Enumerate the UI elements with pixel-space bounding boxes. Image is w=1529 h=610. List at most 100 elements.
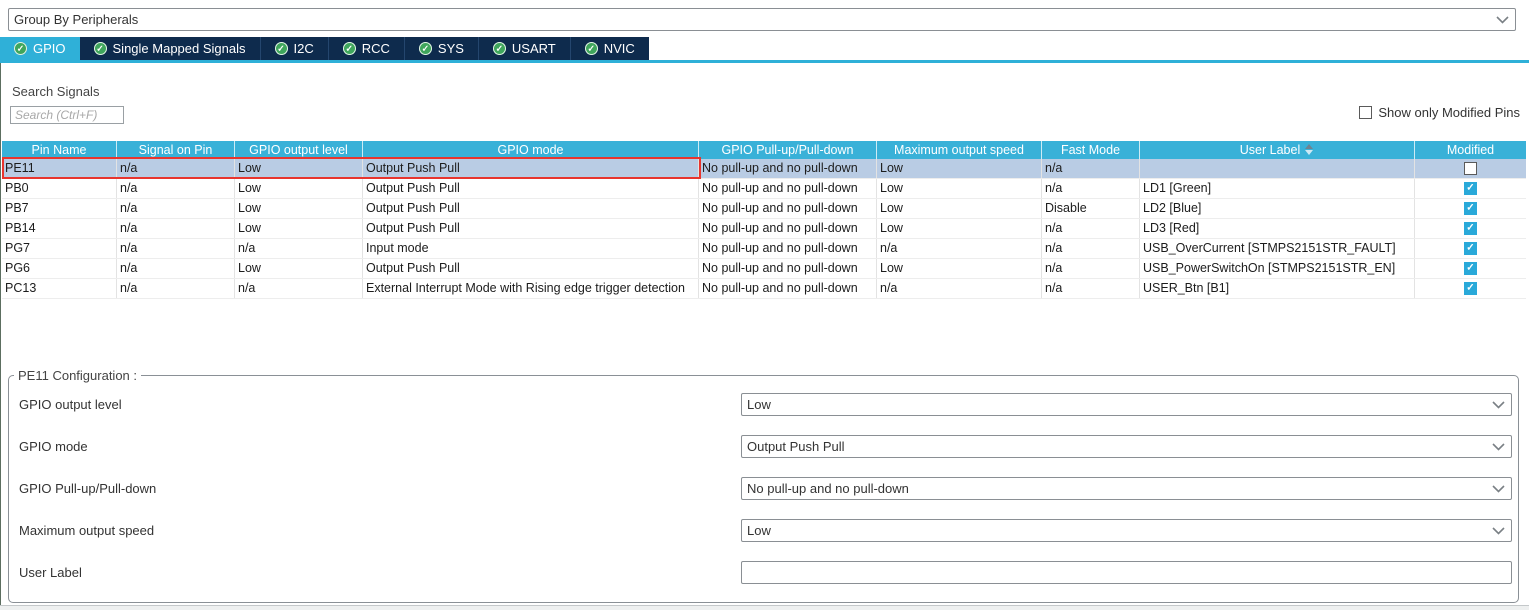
table-row[interactable]: PB0 n/a Low Output Push Pull No pull-up … bbox=[2, 179, 1526, 199]
search-input[interactable] bbox=[10, 106, 124, 124]
modified-checkbox[interactable] bbox=[1464, 282, 1477, 295]
cell-user-label: LD3 [Red] bbox=[1140, 219, 1415, 238]
table-row[interactable]: PG6 n/a Low Output Push Pull No pull-up … bbox=[2, 259, 1526, 279]
gpio-configuration-pane: Group By Peripherals GPIO Single Mapped … bbox=[0, 0, 1529, 610]
cell-pull: No pull-up and no pull-down bbox=[699, 199, 877, 218]
tab-label: GPIO bbox=[33, 41, 66, 56]
col-header-max-speed[interactable]: Maximum output speed bbox=[877, 141, 1042, 159]
modified-checkbox[interactable] bbox=[1464, 182, 1477, 195]
pin-configuration-panel: PE11 Configuration : GPIO output level L… bbox=[8, 368, 1519, 603]
config-panel-title: PE11 Configuration : bbox=[14, 368, 141, 383]
cell-modified bbox=[1415, 279, 1526, 298]
cell-max-speed: Low bbox=[877, 199, 1042, 218]
cell-max-speed: Low bbox=[877, 219, 1042, 238]
table-row[interactable]: PB14 n/a Low Output Push Pull No pull-up… bbox=[2, 219, 1526, 239]
cell-output-level: Low bbox=[235, 199, 363, 218]
cell-pull: No pull-up and no pull-down bbox=[699, 259, 877, 278]
cell-output-level: Low bbox=[235, 259, 363, 278]
group-by-value: Group By Peripherals bbox=[14, 12, 138, 27]
config-field-row: GPIO output level Low bbox=[15, 393, 1512, 416]
cell-gpio-mode: Output Push Pull bbox=[363, 179, 699, 198]
modified-checkbox[interactable] bbox=[1464, 162, 1477, 175]
cell-user-label: USB_PowerSwitchOn [STMPS2151STR_EN] bbox=[1140, 259, 1415, 278]
check-circle-icon bbox=[94, 42, 107, 55]
show-modified-label: Show only Modified Pins bbox=[1378, 105, 1520, 120]
config-field-row: Maximum output speed Low bbox=[15, 519, 1512, 542]
col-header-modified[interactable]: Modified bbox=[1415, 141, 1526, 159]
check-circle-icon bbox=[419, 42, 432, 55]
config-field-row: GPIO mode Output Push Pull bbox=[15, 435, 1512, 458]
col-header-output-level[interactable]: GPIO output level bbox=[235, 141, 363, 159]
cell-signal: n/a bbox=[117, 239, 235, 258]
modified-checkbox[interactable] bbox=[1464, 222, 1477, 235]
config-field-label: User Label bbox=[15, 565, 82, 580]
cell-signal: n/a bbox=[117, 179, 235, 198]
cell-fast-mode: n/a bbox=[1042, 179, 1140, 198]
modified-checkbox[interactable] bbox=[1464, 262, 1477, 275]
peripheral-tab[interactable]: I2C bbox=[260, 37, 328, 60]
config-field-label: Maximum output speed bbox=[15, 523, 154, 538]
check-circle-icon bbox=[585, 42, 598, 55]
col-header-pin-name[interactable]: Pin Name bbox=[2, 141, 117, 159]
config-field-control[interactable]: Low bbox=[741, 393, 1512, 416]
table-row[interactable]: PB7 n/a Low Output Push Pull No pull-up … bbox=[2, 199, 1526, 219]
col-header-gpio-mode[interactable]: GPIO mode bbox=[363, 141, 699, 159]
table-row[interactable]: PG7 n/a n/a Input mode No pull-up and no… bbox=[2, 239, 1526, 259]
config-field-label: GPIO mode bbox=[15, 439, 88, 454]
cell-signal: n/a bbox=[117, 199, 235, 218]
table-row[interactable]: PC13 n/a n/a External Interrupt Mode wit… bbox=[2, 279, 1526, 299]
cell-max-speed: Low bbox=[877, 159, 1042, 178]
cell-output-level: Low bbox=[235, 219, 363, 238]
config-field-control[interactable]: Output Push Pull bbox=[741, 435, 1512, 458]
peripheral-tab[interactable]: RCC bbox=[328, 37, 404, 60]
modified-checkbox[interactable] bbox=[1464, 202, 1477, 215]
config-field-value: Output Push Pull bbox=[747, 439, 845, 454]
cell-modified bbox=[1415, 159, 1526, 178]
cell-user-label: LD1 [Green] bbox=[1140, 179, 1415, 198]
cell-modified bbox=[1415, 239, 1526, 258]
chevron-down-icon bbox=[1492, 401, 1505, 409]
cell-user-label: LD2 [Blue] bbox=[1140, 199, 1415, 218]
peripheral-tab[interactable]: USART bbox=[478, 37, 570, 60]
cell-pull: No pull-up and no pull-down bbox=[699, 239, 877, 258]
cell-modified bbox=[1415, 179, 1526, 198]
table-row[interactable]: PE11 n/a Low Output Push Pull No pull-up… bbox=[2, 159, 1526, 179]
config-field-control[interactable] bbox=[741, 561, 1512, 584]
check-circle-icon bbox=[275, 42, 288, 55]
cell-modified bbox=[1415, 219, 1526, 238]
cell-gpio-mode: External Interrupt Mode with Rising edge… bbox=[363, 279, 699, 298]
col-header-signal[interactable]: Signal on Pin bbox=[117, 141, 235, 159]
config-field-value: No pull-up and no pull-down bbox=[747, 481, 909, 496]
peripheral-tab[interactable]: NVIC bbox=[570, 37, 649, 60]
cell-max-speed: n/a bbox=[877, 279, 1042, 298]
cell-pull: No pull-up and no pull-down bbox=[699, 179, 877, 198]
cell-max-speed: Low bbox=[877, 259, 1042, 278]
cell-user-label: USB_OverCurrent [STMPS2151STR_FAULT] bbox=[1140, 239, 1415, 258]
cell-gpio-mode: Output Push Pull bbox=[363, 159, 699, 178]
config-field-control[interactable]: Low bbox=[741, 519, 1512, 542]
peripheral-tab[interactable]: GPIO bbox=[0, 37, 80, 60]
peripheral-tab[interactable]: SYS bbox=[404, 37, 478, 60]
peripheral-tab[interactable]: Single Mapped Signals bbox=[80, 37, 260, 60]
check-circle-icon bbox=[493, 42, 506, 55]
chevron-down-icon bbox=[1496, 16, 1509, 24]
table-header-row: Pin Name Signal on Pin GPIO output level… bbox=[2, 141, 1526, 159]
show-modified-checkbox[interactable] bbox=[1359, 106, 1372, 119]
chevron-down-icon bbox=[1492, 485, 1505, 493]
cell-fast-mode: n/a bbox=[1042, 239, 1140, 258]
col-header-pull[interactable]: GPIO Pull-up/Pull-down bbox=[699, 141, 877, 159]
tab-label: RCC bbox=[362, 41, 390, 56]
cell-signal: n/a bbox=[117, 159, 235, 178]
show-only-modified-pins[interactable]: Show only Modified Pins bbox=[1359, 105, 1520, 120]
modified-checkbox[interactable] bbox=[1464, 242, 1477, 255]
table-body: PE11 n/a Low Output Push Pull No pull-up… bbox=[2, 159, 1526, 299]
bottom-panel-edge bbox=[0, 605, 1529, 610]
config-field-control[interactable]: No pull-up and no pull-down bbox=[741, 477, 1512, 500]
peripheral-tabbar: GPIO Single Mapped Signals I2C RCC SYS bbox=[0, 37, 1529, 60]
group-by-select[interactable]: Group By Peripherals bbox=[8, 8, 1516, 31]
col-header-user-label[interactable]: User Label bbox=[1140, 141, 1415, 159]
cell-output-level: n/a bbox=[235, 239, 363, 258]
cell-fast-mode: n/a bbox=[1042, 159, 1140, 178]
cell-pin-name: PE11 bbox=[2, 159, 117, 178]
col-header-fast-mode[interactable]: Fast Mode bbox=[1042, 141, 1140, 159]
